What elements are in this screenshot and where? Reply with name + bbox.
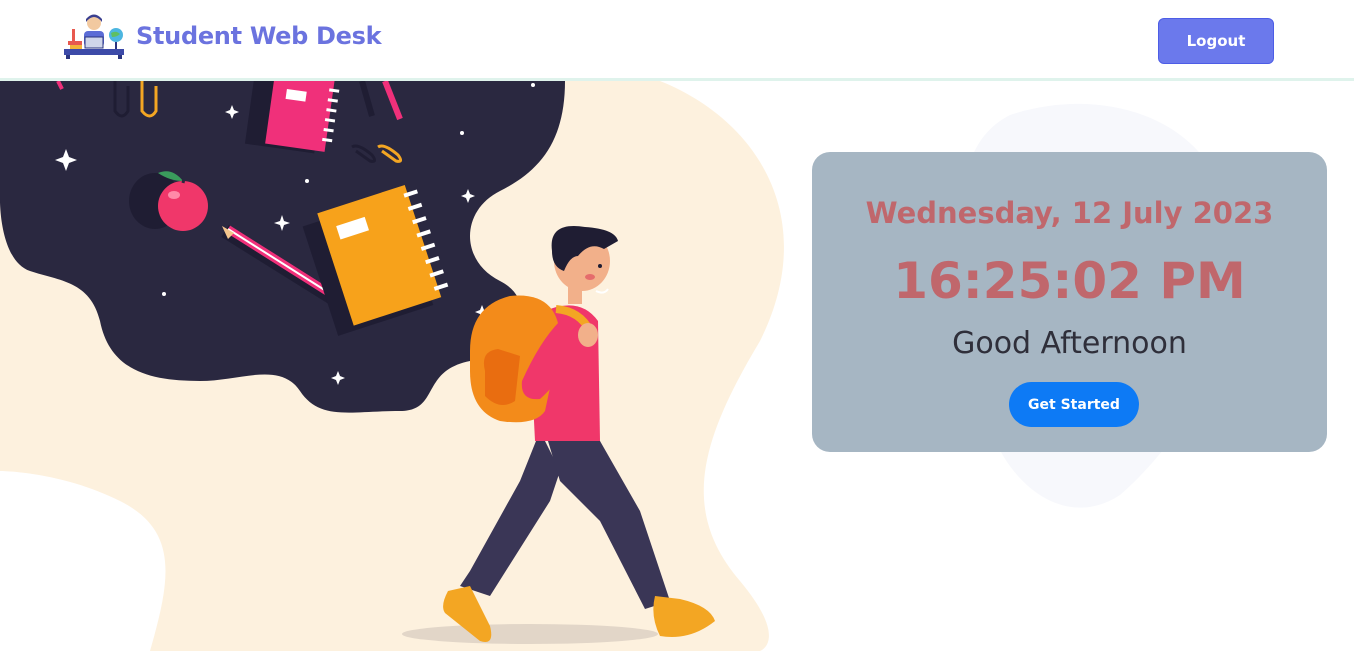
greeting-text: Good Afternoon — [952, 326, 1187, 361]
get-started-button[interactable]: Get Started — [1009, 382, 1139, 427]
page: Student Web Desk Logout Wednesday, 12 Ju… — [0, 0, 1366, 651]
logout-button[interactable]: Logout — [1158, 18, 1274, 64]
student-desk-logo-icon — [64, 14, 124, 59]
brand-title: Student Web Desk — [136, 22, 382, 50]
current-date: Wednesday, 12 July 2023 — [865, 196, 1274, 230]
brand-link[interactable]: Student Web Desk — [62, 12, 382, 60]
student-walking-illustration — [0, 81, 784, 651]
navbar: Student Web Desk Logout — [0, 0, 1354, 81]
clock-card: Wednesday, 12 July 2023 16:25:02 PM Good… — [812, 152, 1327, 452]
scrollbar[interactable] — [1354, 0, 1366, 651]
current-time: 16:25:02 PM — [893, 252, 1246, 310]
